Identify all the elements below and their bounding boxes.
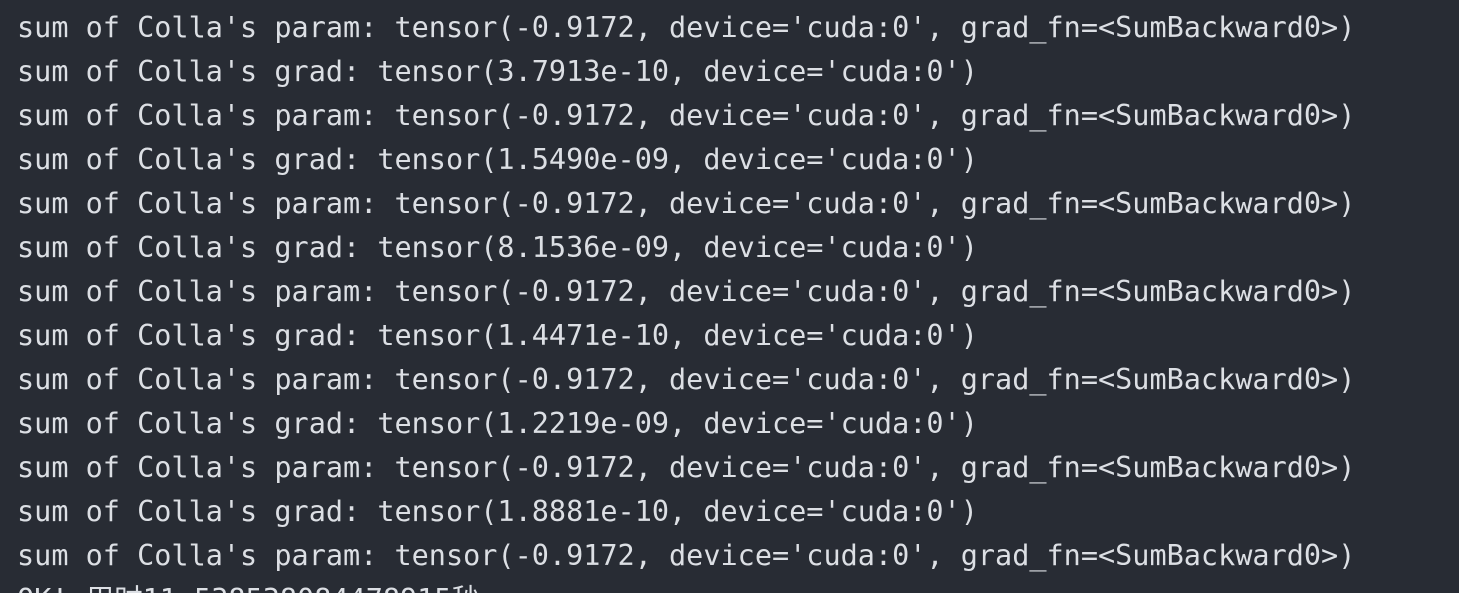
output-line-partial: OK! 用时11.538538084478915秒 [17, 578, 1459, 593]
output-line: sum of Colla's grad: tensor(1.5490e-09, … [17, 143, 978, 176]
output-line: sum of Colla's param: tensor(-0.9172, de… [17, 187, 1356, 220]
output-line: sum of Colla's param: tensor(-0.9172, de… [17, 275, 1356, 308]
terminal-output-panel[interactable]: sum of Colla's param: tensor(-0.9172, de… [0, 0, 1459, 593]
output-line: sum of Colla's grad: tensor(1.8881e-10, … [17, 495, 978, 528]
output-line: sum of Colla's param: tensor(-0.9172, de… [17, 99, 1356, 132]
output-line: sum of Colla's param: tensor(-0.9172, de… [17, 363, 1356, 396]
output-line: sum of Colla's param: tensor(-0.9172, de… [17, 11, 1356, 44]
output-line: sum of Colla's grad: tensor(8.1536e-09, … [17, 231, 978, 264]
terminal-output: sum of Colla's param: tensor(-0.9172, de… [17, 6, 1459, 593]
output-line: sum of Colla's grad: tensor(1.2219e-09, … [17, 407, 978, 440]
output-line: sum of Colla's param: tensor(-0.9172, de… [17, 451, 1356, 484]
output-line: sum of Colla's grad: tensor(3.7913e-10, … [17, 55, 978, 88]
output-line: sum of Colla's param: tensor(-0.9172, de… [17, 539, 1356, 572]
output-line: sum of Colla's grad: tensor(1.4471e-10, … [17, 319, 978, 352]
